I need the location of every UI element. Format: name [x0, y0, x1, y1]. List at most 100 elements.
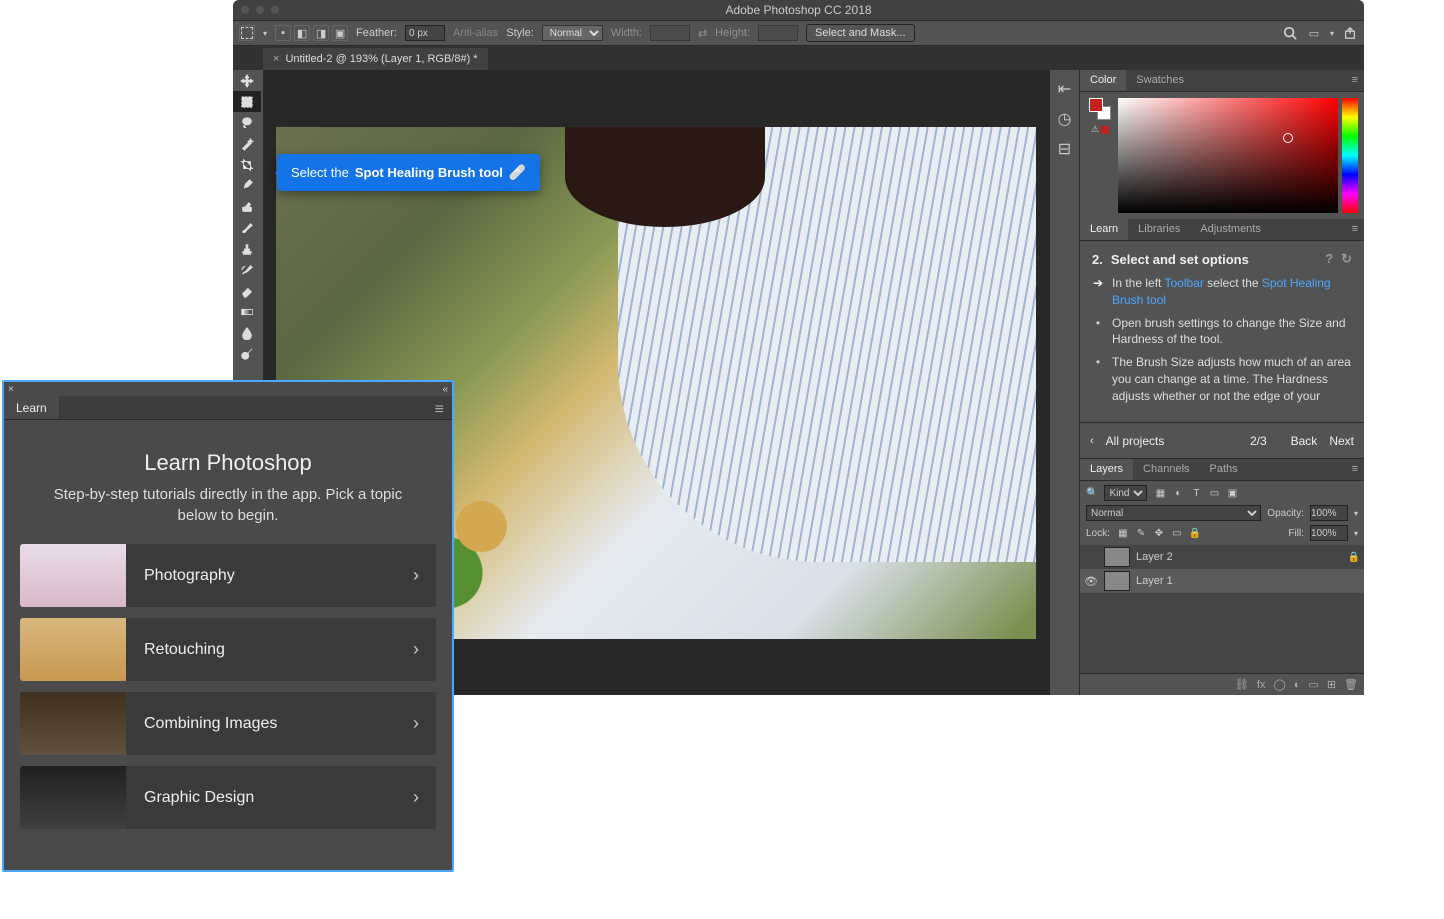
fg-bg-swatch[interactable]	[1089, 98, 1111, 120]
fx-icon[interactable]: fx	[1257, 679, 1266, 691]
dodge-tool-icon[interactable]	[233, 343, 261, 364]
filter-shape-icon[interactable]: ▭	[1207, 486, 1221, 500]
lock-artboard-icon[interactable]: ▭	[1170, 526, 1184, 540]
color-picker[interactable]	[1118, 98, 1338, 213]
delete-icon[interactable]: 🗑	[1344, 678, 1358, 691]
visibility-icon[interactable]: 👁	[1084, 575, 1098, 588]
all-projects-link[interactable]: All projects	[1106, 434, 1165, 448]
link-layers-icon[interactable]: ⛓	[1235, 678, 1249, 691]
antialias-label: Anti-alias	[453, 27, 498, 39]
feather-input[interactable]	[405, 25, 445, 41]
brush-tool-icon[interactable]	[233, 217, 261, 238]
clone-stamp-tool-icon[interactable]	[233, 238, 261, 259]
blur-tool-icon[interactable]	[233, 322, 261, 343]
history-icon[interactable]: ◷	[1056, 110, 1074, 128]
filter-pixel-icon[interactable]: ▦	[1153, 486, 1167, 500]
lock-all-icon[interactable]: 🔒	[1188, 526, 1202, 540]
tab-adjustments[interactable]: Adjustments	[1190, 219, 1271, 240]
height-input[interactable]	[758, 25, 798, 41]
filter-type-icon[interactable]: T	[1189, 486, 1203, 500]
lock-icon[interactable]: 🔒	[1348, 552, 1360, 563]
select-and-mask-button[interactable]: Select and Mask...	[806, 24, 915, 42]
layer-name[interactable]: Layer 2	[1136, 551, 1173, 563]
marquee-tool-preset-icon[interactable]	[239, 25, 255, 41]
magic-wand-tool-icon[interactable]	[233, 133, 261, 154]
toolbar-link[interactable]: Toolbar	[1164, 276, 1203, 290]
topic-thumb	[20, 544, 126, 607]
close-icon[interactable]: ×	[8, 384, 14, 395]
tab-learn[interactable]: Learn	[1080, 219, 1128, 240]
lock-position-icon[interactable]: ✥	[1152, 526, 1166, 540]
eyedropper-tool-icon[interactable]	[233, 175, 261, 196]
new-layer-icon[interactable]: ⊞	[1327, 678, 1336, 691]
tab-paths[interactable]: Paths	[1200, 459, 1248, 480]
back-button[interactable]: Back	[1291, 434, 1318, 448]
add-selection-icon[interactable]: ◧	[294, 25, 310, 41]
chevron-left-icon[interactable]: ‹	[1090, 435, 1094, 447]
expand-icon[interactable]: ⇤	[1056, 80, 1074, 98]
intersect-selection-icon[interactable]: ▣	[332, 25, 348, 41]
tab-color[interactable]: Color	[1080, 70, 1126, 91]
adjustment-layer-icon[interactable]: ◐	[1294, 679, 1301, 691]
lock-transparent-icon[interactable]: ▦	[1116, 526, 1130, 540]
marquee-tool-icon[interactable]	[233, 91, 261, 112]
chevron-down-icon[interactable]: ▾	[1330, 29, 1334, 38]
swap-icon[interactable]: ⇄	[698, 27, 707, 40]
topic-graphic-design[interactable]: Graphic Design ›	[20, 766, 436, 829]
document-tab[interactable]: × Untitled-2 @ 193% (Layer 1, RGB/8#) *	[263, 48, 488, 70]
lasso-tool-icon[interactable]	[233, 112, 261, 133]
search-icon[interactable]	[1282, 25, 1298, 41]
filter-adjust-icon[interactable]: ◐	[1171, 486, 1185, 500]
workspace-icon[interactable]: ▭	[1306, 25, 1322, 41]
topic-photography[interactable]: Photography ›	[20, 544, 436, 607]
properties-icon[interactable]: ⊟	[1056, 140, 1074, 158]
help-icon[interactable]: ?	[1325, 251, 1333, 267]
width-input[interactable]	[650, 25, 690, 41]
reset-icon[interactable]: ↻	[1341, 251, 1352, 267]
new-selection-icon[interactable]: ▪	[275, 25, 291, 41]
layer-row[interactable]: Layer 2 🔒	[1080, 545, 1364, 569]
layer-name[interactable]: Layer 1	[1136, 575, 1173, 587]
chevron-down-icon[interactable]: ▾	[1354, 529, 1358, 538]
tab-layers[interactable]: Layers	[1080, 459, 1133, 480]
fill-input[interactable]	[1310, 525, 1348, 541]
filter-kind-select[interactable]: Kind	[1104, 485, 1147, 501]
move-tool-icon[interactable]	[233, 70, 261, 91]
opacity-input[interactable]	[1310, 505, 1348, 521]
group-icon[interactable]: ▭	[1308, 678, 1318, 691]
panel-menu-icon[interactable]: ≡	[1346, 70, 1364, 91]
step-line2: Open brush settings to change the Size a…	[1112, 315, 1352, 349]
topic-combining-images[interactable]: Combining Images ›	[20, 692, 436, 755]
tab-swatches[interactable]: Swatches	[1126, 70, 1194, 91]
mask-icon[interactable]: ◯	[1273, 678, 1285, 691]
subtract-selection-icon[interactable]: ◨	[313, 25, 329, 41]
gradient-tool-icon[interactable]	[233, 301, 261, 322]
gamut-warning-icon[interactable]: ⚠	[1091, 124, 1109, 135]
close-icon[interactable]: ×	[273, 53, 279, 65]
panel-menu-icon[interactable]: ≡	[1346, 219, 1364, 240]
layer-thumb[interactable]	[1104, 547, 1130, 567]
style-select[interactable]: Normal	[542, 25, 603, 41]
panel-menu-icon[interactable]: ≡	[1346, 459, 1364, 480]
blend-mode-select[interactable]: Normal	[1086, 505, 1261, 521]
search-small-icon[interactable]: 🔍	[1086, 488, 1098, 499]
history-brush-tool-icon[interactable]	[233, 259, 261, 280]
share-icon[interactable]	[1342, 25, 1358, 41]
topic-retouching[interactable]: Retouching ›	[20, 618, 436, 681]
hue-slider[interactable]	[1342, 98, 1358, 213]
lock-image-icon[interactable]: ✎	[1134, 526, 1148, 540]
tab-libraries[interactable]: Libraries	[1128, 219, 1190, 240]
layer-row[interactable]: 👁 Layer 1	[1080, 569, 1364, 593]
filter-smart-icon[interactable]: ▣	[1225, 486, 1239, 500]
eraser-tool-icon[interactable]	[233, 280, 261, 301]
collapse-icon[interactable]: «	[442, 384, 448, 395]
next-button[interactable]: Next	[1329, 434, 1354, 448]
chevron-down-icon[interactable]: ▾	[1354, 509, 1358, 518]
tab-channels[interactable]: Channels	[1133, 459, 1199, 480]
chevron-down-icon[interactable]: ▾	[263, 29, 267, 38]
tab-learn[interactable]: Learn	[4, 396, 59, 419]
layer-thumb[interactable]	[1104, 571, 1130, 591]
crop-tool-icon[interactable]	[233, 154, 261, 175]
healing-brush-tool-icon[interactable]	[233, 196, 261, 217]
panel-menu-icon[interactable]: ≡	[427, 396, 452, 419]
